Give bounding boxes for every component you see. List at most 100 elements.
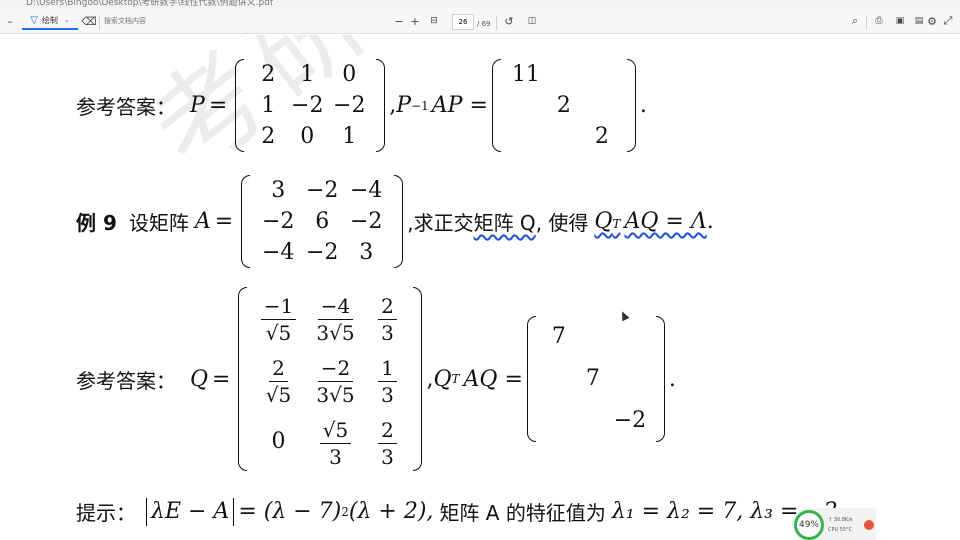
page-number-input[interactable] [452, 14, 474, 30]
matrix-cell: −2 [333, 93, 366, 118]
fit-page-icon[interactable]: ⊟ [426, 12, 442, 30]
chevron-down-icon[interactable]: ⌄ [64, 16, 70, 24]
matrix-P-symbol: P [190, 93, 205, 118]
draw-button[interactable]: ▽ 绘制 ⌄ [22, 12, 78, 30]
rotate-icon[interactable]: ↺ [502, 12, 516, 30]
matrix-cell: −4 [262, 240, 295, 265]
matrix-cell: 0 [300, 124, 315, 149]
QT-symbol: Q [433, 366, 452, 392]
memory-usage-ring: 49% [794, 510, 824, 540]
answer-label: 参考答案： [76, 368, 176, 393]
numerator: 1 [378, 358, 397, 382]
denominator: 3 [329, 445, 342, 469]
matrix-cell: 6 [315, 209, 330, 234]
matrix-cell: −2 [306, 178, 339, 203]
document-viewport[interactable]: 考研数学 参考答案： P = 2 1 0 1 −2 −2 2 0 1 [0, 35, 960, 540]
print-icon[interactable]: ⎙ [872, 12, 886, 30]
example-text: , 使得 [535, 211, 589, 235]
app-icon [864, 520, 874, 530]
fraction: 23 [378, 420, 397, 467]
divider [866, 16, 867, 30]
hint-line: 提示： λE − A = (λ − 7) 2 (λ + 2), 矩阵 A 的特征… [76, 497, 845, 526]
system-monitor-widget[interactable]: 49% ↑ 30.8K/s CPU 55°C [792, 508, 876, 540]
matrix-cell: 2 [261, 124, 276, 149]
search-input[interactable] [104, 14, 214, 28]
diag-entry: 2 [594, 124, 609, 149]
AQ-equals: AQ = [463, 366, 523, 392]
matrix-cell: 2 √5 [266, 353, 291, 405]
period: . [668, 366, 676, 392]
numerator: 2 [269, 358, 288, 382]
cpu-temp: CPU 55°C [828, 527, 853, 533]
matrix-cell: 23 [378, 291, 397, 343]
eraser-icon[interactable]: ⌫ [81, 12, 97, 30]
settings-icon[interactable]: ⚙ [927, 12, 937, 30]
matrix-cell: −4 3√5 [316, 291, 354, 343]
save-icon[interactable]: ▣ [893, 12, 907, 30]
equals: = [214, 209, 234, 234]
denominator: 3√5 [316, 383, 355, 407]
denominator: 3 [381, 383, 394, 407]
matrix-cell: −2 [262, 209, 295, 234]
answer-2: 参考答案： Q = −1 √5 −4 3√5 2 3 2 √5 −2 3√5 1 3 0 √5 3 2 3 , … [76, 287, 676, 471]
divider [99, 16, 100, 30]
expand-icon[interactable]: ⤢ [942, 12, 954, 30]
matrix-cell: −2 [350, 209, 383, 234]
divider [496, 16, 497, 30]
example-label: 例 9 [76, 211, 117, 235]
diag-entry: −2 [613, 408, 647, 433]
zoom-out-icon[interactable]: − [392, 12, 406, 30]
period: . [639, 93, 647, 118]
matrix-A-symbol: A [194, 209, 211, 234]
save-as-icon[interactable]: ▤ [912, 12, 926, 30]
target-formula: Q T AQ = Λ [594, 209, 706, 234]
zoom-in-icon[interactable]: + [408, 12, 422, 30]
P-inverse: P [396, 93, 412, 118]
answer-label: 参考答案： [76, 95, 176, 119]
hint-text: 矩阵 A 的特征值为 [439, 501, 606, 525]
denominator: 3 [381, 445, 394, 469]
char-poly-part1: = (λ − 7) [238, 499, 342, 524]
formula-rest: AQ = Λ [624, 209, 707, 234]
P-inverse-exponent: −1 [411, 98, 429, 113]
back-icon[interactable]: – [4, 12, 16, 30]
file-path: D:\Users\Bingoo\Desktop\考研数学\线性代数\例题讲义.p… [26, 0, 274, 8]
example-text: ,求正交 [407, 211, 474, 235]
QT-exponent: T [451, 372, 460, 386]
matrix-cell: 3 [359, 240, 374, 265]
matrix-cell: −2 [306, 240, 339, 265]
search-icon[interactable]: ⌕ [848, 12, 862, 30]
pdf-toolbar: – ▽ 绘制 ⌄ ⌫ − + ⊟ / 69 ↺ ◫ ⌕ ⎙ ▣ ▤ ⚙ ⤢ [0, 8, 960, 34]
numerator: −4 [317, 296, 354, 320]
char-poly-exponent: 2 [341, 504, 349, 519]
numerator: 2 [378, 296, 397, 320]
matrix-cell: 0 [342, 62, 357, 87]
fraction: 13 [378, 358, 397, 405]
denominator: √5 [265, 383, 292, 407]
formula-Q: Q [594, 209, 613, 234]
fraction: 2 √5 [266, 358, 291, 405]
matrix-cell: −2 [291, 93, 324, 118]
numerator: 2 [378, 420, 397, 444]
fraction: 23 [378, 296, 397, 343]
diag-entry: 2 [556, 93, 571, 118]
matrix-cell: 1 [342, 124, 357, 149]
fraction: −1 √5 [260, 296, 297, 343]
determinant-expr: λE − A [146, 497, 235, 526]
numerator: −2 [317, 358, 354, 382]
pdf-page: 考研数学 参考答案： P = 2 1 0 1 −2 −2 2 0 1 [42, 35, 918, 540]
matrix-P: 2 1 0 1 −2 −2 2 0 1 [235, 59, 386, 152]
hint-label: 提示： [76, 501, 136, 525]
denominator: 3 [381, 321, 394, 345]
matrix-cell: 2 [261, 62, 276, 87]
denominator: 3√5 [316, 321, 355, 345]
matrix-cell: 13 [378, 353, 397, 405]
diag-entry: 7 [585, 366, 600, 391]
two-page-icon[interactable]: ◫ [524, 12, 540, 30]
matrix-cell: 3 [271, 178, 286, 203]
matrix-cell: −1 √5 [260, 291, 297, 343]
AP-equals: AP = [431, 93, 488, 118]
formula-transpose: T [612, 217, 621, 231]
matrix-cell: −2 3√5 [316, 353, 354, 405]
example-text: 设矩阵 [128, 211, 189, 235]
